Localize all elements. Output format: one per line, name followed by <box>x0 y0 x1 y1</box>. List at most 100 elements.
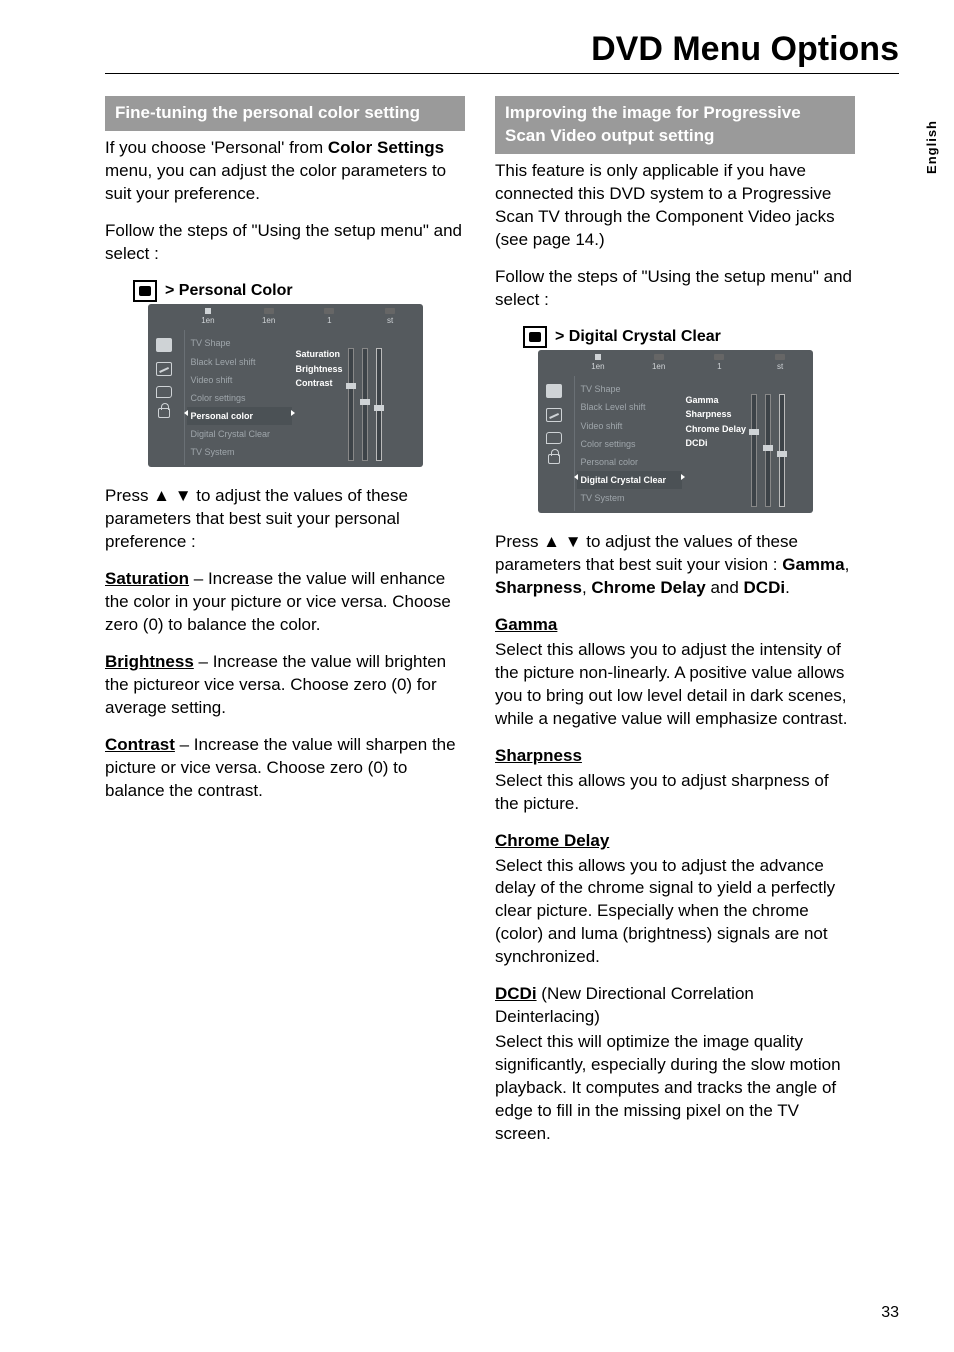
osd-tabs: 1en 1en 1 st <box>568 352 811 375</box>
osd-tab: 1en <box>568 352 629 375</box>
section-header-progressive-scan: Improving the image for Progressive Scan… <box>495 96 855 154</box>
audio-icon <box>546 408 562 422</box>
sharpness-heading: Sharpness <box>495 745 855 768</box>
dcdi-paragraph: DCDi (New Directional Correlation Deinte… <box>495 983 855 1029</box>
language-icon <box>546 432 562 444</box>
sharpness-text: Select this allows you to adjust sharpne… <box>495 770 855 816</box>
osd-tab: 1 <box>689 352 750 375</box>
gamma-label: Gamma <box>495 615 557 634</box>
osd-item-active: Personal color <box>187 407 292 425</box>
lock-icon <box>548 454 560 464</box>
osd-body: TV Shape Black Level shift Video shift C… <box>150 330 421 465</box>
follow-steps-text: Follow the steps of "Using the setup men… <box>495 266 855 312</box>
osd-tab: st <box>750 352 811 375</box>
language-tab: English <box>924 120 939 174</box>
osd-sub-item: Chrome Delay <box>686 423 747 435</box>
osd-item: Digital Crystal Clear <box>187 425 292 443</box>
sharpness-label: Sharpness <box>495 578 582 597</box>
gamma-heading: Gamma <box>495 614 855 637</box>
osd-item: Video shift <box>187 371 292 389</box>
osd-sub-item: Contrast <box>296 377 343 389</box>
osd-sidebar <box>150 330 178 465</box>
osd-screenshot: 1en 1en 1 st TV Shape Blac <box>148 304 423 468</box>
slider-icon <box>779 394 785 507</box>
osd-sidebar <box>540 376 568 511</box>
text: Press ▲ ▼ to adjust the values of these … <box>495 532 798 574</box>
display-icon <box>523 326 547 348</box>
menu-title: > Digital Crystal Clear <box>555 326 721 348</box>
personal-color-menu-block: > Personal Color 1en 1en 1 st <box>105 280 465 468</box>
slider-knob-icon <box>374 405 384 411</box>
slider-knob-icon <box>763 445 773 451</box>
osd-sub-labels: Saturation Brightness Contrast <box>296 348 343 461</box>
osd-item: TV Shape <box>577 380 682 398</box>
menu-title-row: > Personal Color <box>133 280 465 302</box>
osd-item: TV System <box>577 489 682 507</box>
gamma-label: Gamma <box>782 555 844 574</box>
chrome-delay-heading: Chrome Delay <box>495 830 855 853</box>
text: and <box>706 578 744 597</box>
slider-icon <box>348 348 354 461</box>
color-settings-label: Color Settings <box>328 138 444 157</box>
chrome-delay-label: Chrome Delay <box>495 831 609 850</box>
dcc-menu-block: > Digital Crystal Clear 1en 1en 1 st <box>495 326 855 514</box>
osd-sub-item: Gamma <box>686 394 747 406</box>
osd-tab: st <box>360 306 421 329</box>
slider-knob-icon <box>360 399 370 405</box>
dcdi-label: DCDi <box>495 984 537 1003</box>
osd-item: Personal color <box>577 453 682 471</box>
osd-item: Color settings <box>577 435 682 453</box>
osd-list: TV Shape Black Level shift Video shift C… <box>577 380 682 507</box>
content-columns: Fine-tuning the personal color setting I… <box>105 96 899 1160</box>
gamma-text: Select this allows you to adjust the int… <box>495 639 855 731</box>
menu-title: > Personal Color <box>165 280 293 302</box>
language-icon <box>156 386 172 398</box>
osd-submenu: Gamma Sharpness Chrome Delay DCDi <box>686 380 809 507</box>
slider-icon <box>765 394 771 507</box>
text: If you choose 'Personal' from <box>105 138 328 157</box>
osd-item: TV Shape <box>187 334 292 352</box>
osd-list: TV Shape Black Level shift Video shift C… <box>187 334 292 461</box>
display-icon <box>546 384 562 398</box>
follow-steps-text: Follow the steps of "Using the setup men… <box>105 220 465 266</box>
osd-submenu: Saturation Brightness Contrast <box>296 334 419 461</box>
saturation-label: Saturation <box>105 569 189 588</box>
text: . <box>785 578 790 597</box>
osd-tabs: 1en 1en 1 st <box>178 306 421 329</box>
display-icon <box>156 338 172 352</box>
osd-item: Black Level shift <box>577 398 682 416</box>
chrome-delay-text: Select this allows you to adjust the adv… <box>495 855 855 970</box>
intro-paragraph: If you choose 'Personal' from Color Sett… <box>105 137 465 206</box>
adjust-instructions: Press ▲ ▼ to adjust the values of these … <box>495 531 855 600</box>
text: , <box>845 555 850 574</box>
adjust-instructions: Press ▲ ▼ to adjust the values of these … <box>105 485 465 554</box>
osd-sub-item: Saturation <box>296 348 343 360</box>
osd-item: Color settings <box>187 389 292 407</box>
sharpness-label: Sharpness <box>495 746 582 765</box>
page-number: 33 <box>881 1304 899 1322</box>
page-title: DVD Menu Options <box>105 30 899 69</box>
slider-knob-icon <box>346 383 356 389</box>
contrast-paragraph: Contrast – Increase the value will sharp… <box>105 734 465 803</box>
slider-knob-icon <box>749 429 759 435</box>
slider-icon <box>376 348 382 461</box>
osd-sub-labels: Gamma Sharpness Chrome Delay DCDi <box>686 394 747 507</box>
dcdi-label: DCDi <box>744 578 786 597</box>
section-header-personal-color: Fine-tuning the personal color setting <box>105 96 465 131</box>
brightness-paragraph: Brightness – Increase the value will bri… <box>105 651 465 720</box>
osd-item: TV System <box>187 443 292 461</box>
menu-title-row: > Digital Crystal Clear <box>523 326 855 348</box>
chrome-delay-label: Chrome Delay <box>591 578 705 597</box>
saturation-paragraph: Saturation – Increase the value will enh… <box>105 568 465 637</box>
osd-menu: TV Shape Black Level shift Video shift C… <box>184 330 421 465</box>
slider-knob-icon <box>777 451 787 457</box>
osd-screenshot: 1en 1en 1 st TV Shape Blac <box>538 350 813 514</box>
slider-icon <box>751 394 757 507</box>
contrast-label: Contrast <box>105 735 175 754</box>
osd-sub-item: DCDi <box>686 437 747 449</box>
brightness-label: Brightness <box>105 652 194 671</box>
osd-tab: 1en <box>178 306 239 329</box>
osd-menu: TV Shape Black Level shift Video shift C… <box>574 376 811 511</box>
dcdi-text: Select this will optimize the image qual… <box>495 1031 855 1146</box>
osd-sub-item: Brightness <box>296 363 343 375</box>
